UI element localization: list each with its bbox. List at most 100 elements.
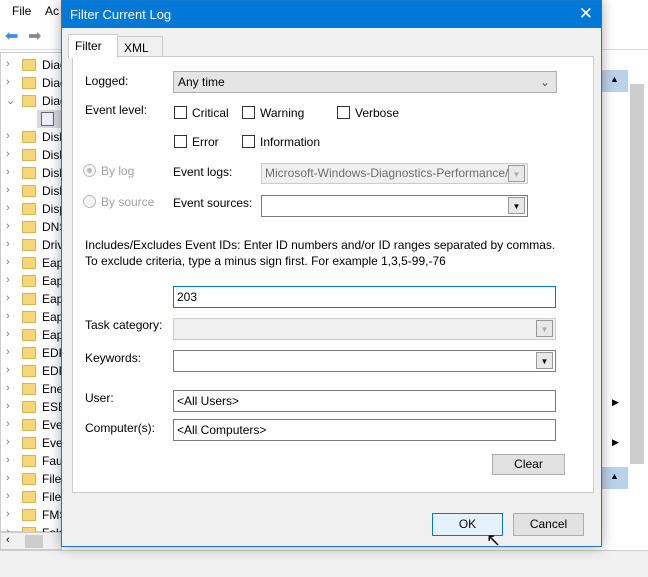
chevron-down-icon[interactable]: ⌄ <box>6 94 15 107</box>
folder-icon <box>22 77 36 89</box>
dropdown-arrow-icon[interactable]: ▼ <box>536 320 553 337</box>
folder-icon <box>22 203 36 215</box>
error-checkbox[interactable] <box>174 135 187 148</box>
event-logs-field[interactable]: Microsoft-Windows-Diagnostics-Performanc… <box>261 163 528 184</box>
chevron-right-icon[interactable]: › <box>6 292 10 304</box>
warning-checkbox[interactable] <box>242 106 255 119</box>
event-sources-field[interactable]: ▼ <box>261 195 528 217</box>
folder-icon <box>22 239 36 251</box>
menu-action[interactable]: Ac <box>45 4 59 18</box>
chevron-right-icon[interactable]: › <box>6 166 10 178</box>
tree-item[interactable]: › Disk <box>1 164 65 182</box>
scroll-left-icon[interactable]: ‹ <box>6 534 10 546</box>
dropdown-arrow-icon[interactable]: ▼ <box>508 165 525 182</box>
folder-icon <box>22 365 36 377</box>
critical-checkbox[interactable] <box>174 106 187 119</box>
keywords-field[interactable]: ▼ <box>173 350 556 372</box>
chevron-right-icon[interactable]: › <box>6 454 10 466</box>
vertical-scrollbar[interactable] <box>630 84 644 464</box>
actions-header[interactable]: ▲ <box>600 70 628 92</box>
tree-item[interactable]: › Diag <box>1 74 67 92</box>
tree-item[interactable]: › Eap <box>1 290 63 308</box>
tab-filter[interactable]: Filter <box>68 34 118 58</box>
chevron-right-icon[interactable]: › <box>6 382 10 394</box>
chevron-right-icon[interactable]: › <box>6 436 10 448</box>
chevron-right-icon[interactable]: › <box>6 202 10 214</box>
task-category-field[interactable]: ▼ <box>173 318 556 340</box>
log-tree[interactable]: › Diag › Diag ⌄ Diag › Disk › Disk › Disk › Disk › Disp… <box>0 52 67 540</box>
computer-input[interactable]: <All Computers> <box>173 419 556 441</box>
tree-item[interactable]: › Diag <box>1 56 67 74</box>
log-icon <box>41 112 54 126</box>
computer-value: <All Computers> <box>177 423 267 437</box>
chevron-right-icon[interactable]: › <box>6 328 10 340</box>
tree-item[interactable]: › EDP <box>1 344 67 362</box>
chevron-right-icon[interactable]: › <box>6 400 10 412</box>
user-input[interactable]: <All Users> <box>173 390 556 412</box>
information-checkbox[interactable] <box>242 135 255 148</box>
tree-item[interactable]: › Disp <box>1 200 66 218</box>
tree-item[interactable]: › Ene <box>1 380 63 398</box>
cancel-button[interactable]: Cancel <box>513 513 584 536</box>
tree-item[interactable]: › DNS <box>1 218 67 236</box>
tree-item[interactable]: › Driv <box>1 236 63 254</box>
actions-pane: ▲ ▲ ▶ ▶ <box>600 52 648 542</box>
tree-item[interactable]: › Eve <box>1 416 63 434</box>
folder-icon <box>22 329 36 341</box>
dropdown-arrow-icon[interactable]: ▼ <box>508 197 525 214</box>
chevron-right-icon[interactable]: › <box>6 130 10 142</box>
tree-item[interactable]: › Disk <box>1 182 65 200</box>
chevron-right-icon[interactable]: › <box>6 310 10 322</box>
by-source-radio[interactable] <box>83 195 96 208</box>
chevron-right-icon[interactable]: › <box>6 220 10 232</box>
chevron-right-icon[interactable]: › <box>6 58 10 70</box>
tree-item[interactable]: › Eap <box>1 308 63 326</box>
tree-item[interactable] <box>37 110 63 128</box>
menu-file[interactable]: File <box>12 4 31 18</box>
tree-item[interactable]: › Eap <box>1 254 63 272</box>
tree-item[interactable]: › ESE <box>1 398 66 416</box>
tree-scrollbar[interactable]: ‹ <box>0 532 62 550</box>
submenu-arrow-icon[interactable]: ▶ <box>612 437 619 448</box>
tree-item[interactable]: › FMS <box>1 506 67 524</box>
tree-item[interactable]: › File <box>1 470 63 488</box>
chevron-right-icon[interactable]: › <box>6 346 10 358</box>
tree-item[interactable]: › EDP <box>1 362 67 380</box>
clear-button[interactable]: Clear <box>492 454 565 475</box>
tree-item[interactable]: › Eve <box>1 434 63 452</box>
tree-item-label: Eve <box>42 436 63 450</box>
logged-select[interactable]: Any time ⌄ <box>173 71 557 93</box>
tree-item[interactable]: › File <box>1 488 63 506</box>
chevron-right-icon[interactable]: › <box>6 148 10 160</box>
tree-item[interactable]: › Eap <box>1 326 63 344</box>
logged-label: Logged: <box>85 74 129 88</box>
chevron-right-icon[interactable]: › <box>6 472 10 484</box>
chevron-right-icon[interactable]: › <box>6 238 10 250</box>
chevron-right-icon[interactable]: › <box>6 256 10 268</box>
event-ids-value: 203 <box>177 290 198 304</box>
actions-header-2[interactable]: ▲ <box>600 467 628 489</box>
tree-item[interactable]: › Disk <box>1 146 65 164</box>
scroll-thumb[interactable] <box>25 535 43 548</box>
chevron-right-icon[interactable]: › <box>6 76 10 88</box>
close-icon[interactable]: ✕ <box>579 4 593 24</box>
tree-item[interactable]: ⌄ Diag <box>1 92 67 110</box>
chevron-right-icon[interactable]: › <box>6 184 10 196</box>
chevron-right-icon[interactable]: › <box>6 490 10 502</box>
chevron-right-icon[interactable]: › <box>6 274 10 286</box>
chevron-right-icon[interactable]: › <box>6 508 10 520</box>
tree-item[interactable]: › Eap <box>1 272 63 290</box>
chevron-right-icon[interactable]: › <box>6 364 10 376</box>
event-ids-input[interactable]: 203 <box>173 286 556 308</box>
chevron-right-icon[interactable]: › <box>6 418 10 430</box>
by-log-radio[interactable] <box>83 164 96 177</box>
dropdown-arrow-icon[interactable]: ▼ <box>536 352 553 369</box>
forward-arrow-icon[interactable]: ➡ <box>28 26 41 46</box>
verbose-checkbox[interactable] <box>337 106 350 119</box>
tree-item[interactable]: › Fau <box>1 452 63 470</box>
by-source-label: By source <box>101 195 155 209</box>
submenu-arrow-icon[interactable]: ▶ <box>612 397 619 408</box>
tree-item[interactable]: › Disk <box>1 128 65 146</box>
back-arrow-icon[interactable]: ⬅ <box>5 26 18 46</box>
tab-xml[interactable]: XML <box>117 36 163 58</box>
